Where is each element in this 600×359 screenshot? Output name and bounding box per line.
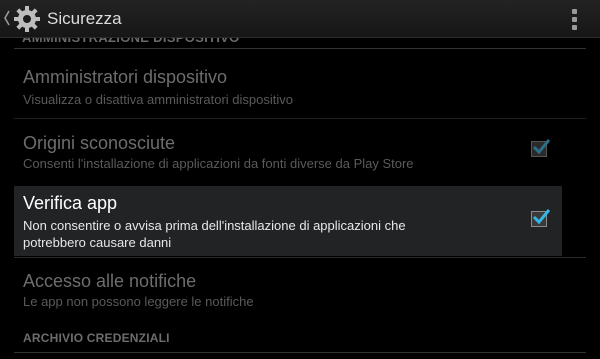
chevron-left-icon — [4, 10, 10, 26]
section-divider — [14, 352, 586, 353]
item-summary: Le app non possono leggere le notifiche — [23, 294, 254, 309]
list-item-unknown-sources[interactable]: Origini sconosciute Consenti l'installaz… — [14, 124, 562, 184]
item-title: Accesso alle notifiche — [23, 271, 197, 291]
checkmark-icon — [532, 209, 551, 225]
list-item-verify-apps[interactable]: Verifica app Non consentire o avvisa pri… — [14, 186, 562, 256]
item-title: Amministratori dispositivo — [23, 67, 228, 87]
item-summary-line-1: Non consentire o avvisa prima dell'insta… — [23, 218, 406, 233]
page-title: Sicurezza — [47, 9, 122, 28]
up-button[interactable] — [0, 0, 44, 38]
list-item-device-administrators[interactable]: Amministratori dispositivo Visualizza o … — [14, 56, 562, 114]
verify-apps-checkbox[interactable] — [531, 209, 551, 227]
item-summary-line-2: potrebbero causare danni — [23, 235, 172, 250]
item-divider — [14, 118, 586, 119]
gear-icon — [14, 6, 40, 32]
settings-screen: Sicurezza AMMINISTRAZIONE DISPOSITIVO Am… — [0, 0, 600, 359]
item-summary: Consenti l'installazione di applicazioni… — [23, 156, 414, 171]
more-vertical-icon[interactable] — [572, 9, 578, 31]
checkmark-icon — [532, 139, 551, 155]
unknown-sources-checkbox[interactable] — [531, 139, 551, 157]
action-bar: Sicurezza — [0, 0, 600, 38]
section-header-credential-storage: ARCHIVIO CREDENZIALI — [23, 331, 170, 345]
item-title: Verifica app — [23, 193, 118, 213]
list-item-notification-access[interactable]: Accesso alle notifiche Le app non posson… — [14, 262, 562, 320]
section-divider — [14, 48, 586, 49]
item-summary: Visualizza o disattiva amministratori di… — [23, 92, 293, 107]
item-divider — [14, 257, 586, 258]
item-title: Origini sconosciute — [23, 133, 176, 153]
